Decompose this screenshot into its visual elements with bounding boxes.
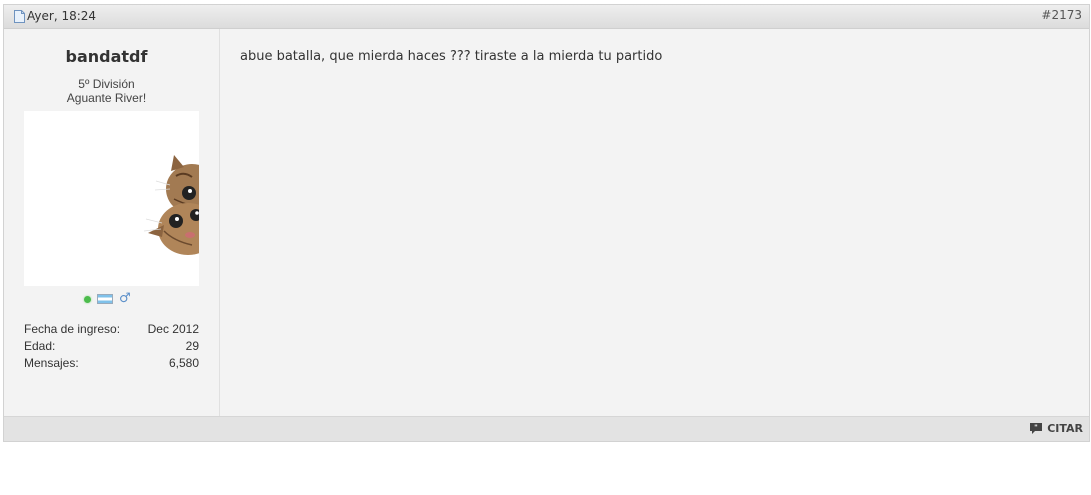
user-rank: 5º División [78, 77, 135, 91]
stat-value: 29 [185, 339, 199, 353]
quote-label: CITAR [1047, 422, 1083, 435]
stat-value: Dec 2012 [147, 322, 199, 336]
post-date: Ayer, 18:24 [14, 9, 96, 23]
stat-label: Mensajes: [24, 356, 79, 370]
stat-value: 6,580 [168, 356, 199, 370]
user-title: Aguante River! [66, 91, 147, 105]
avatar[interactable] [24, 111, 199, 286]
post-header: Ayer, 18:24 #2173 [4, 5, 1089, 29]
cat-peeking-image [143, 155, 199, 255]
post-date-text: Ayer, 18:24 [27, 9, 97, 23]
post-number-link[interactable]: #2173 [1041, 8, 1082, 22]
stat-row-join-date: Fecha de ingreso: Dec 2012 [24, 321, 199, 338]
user-info-panel: bandatdf 5º División Aguante River! ♂ Fe… [4, 29, 220, 418]
document-icon [14, 9, 25, 23]
status-icons: ♂ [84, 291, 131, 306]
username-link[interactable]: bandatdf [4, 47, 209, 66]
online-icon [84, 295, 91, 303]
post-message: abue batalla, que mierda haces ??? tiras… [240, 49, 663, 64]
quote-button[interactable]: " CITAR [1029, 422, 1083, 435]
stat-label: Edad: [24, 339, 56, 353]
stat-row-posts: Mensajes: 6,580 [24, 355, 199, 372]
male-icon: ♂ [119, 291, 131, 306]
svg-text:": " [1034, 424, 1038, 432]
quote-icon: " [1030, 423, 1043, 434]
post-footer: " CITAR [4, 416, 1089, 441]
stat-label: Fecha de ingreso: [24, 322, 121, 336]
stat-row-age: Edad: 29 [24, 338, 199, 355]
user-stats: Fecha de ingreso: Dec 2012 Edad: 29 Mens… [24, 321, 199, 372]
argentina-flag-icon [97, 294, 113, 304]
forum-post: Ayer, 18:24 #2173 bandatdf 5º División A… [3, 4, 1090, 442]
